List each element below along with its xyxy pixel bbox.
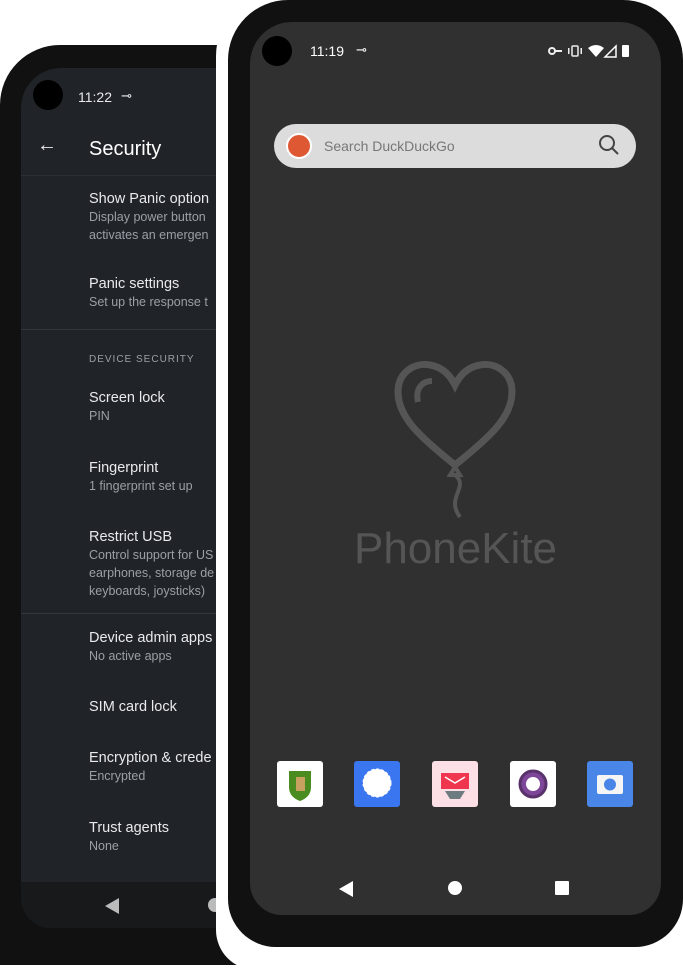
item-title: Device admin apps xyxy=(89,630,213,646)
item-subtitle: Set up the response t xyxy=(89,295,208,309)
home-nav-icon[interactable] xyxy=(447,880,463,896)
settings-item[interactable]: Show Panic option Display power button act… xyxy=(89,191,209,243)
status-time: 11:19 xyxy=(310,43,344,59)
home-screen: 11:19 ⊸ Search DuckDuckGo PhoneKite xyxy=(250,22,661,915)
search-bar[interactable]: Search DuckDuckGo xyxy=(274,124,636,168)
item-title: SIM card lock xyxy=(89,699,177,715)
search-placeholder: Search DuckDuckGo xyxy=(324,138,455,154)
item-subtitle: No active apps xyxy=(89,649,172,663)
item-title: Panic settings xyxy=(89,276,180,292)
wifi-icon xyxy=(588,45,604,57)
home-phone: 11:19 ⊸ Search DuckDuckGo PhoneKite xyxy=(228,0,683,947)
item-subtitle: PIN xyxy=(89,409,110,423)
settings-item[interactable]: Panic settings Set up the response t xyxy=(89,276,208,310)
settings-item[interactable]: Trust agents None xyxy=(89,820,169,854)
balloon-heart-logo-icon xyxy=(394,360,516,519)
status-icons xyxy=(548,44,629,58)
settings-item[interactable]: Restrict USB Control support for US earpho… xyxy=(89,529,214,599)
tor-browser-app-icon[interactable] xyxy=(510,761,556,807)
vibrate-icon xyxy=(568,45,582,57)
item-subtitle: Encrypted xyxy=(89,769,146,783)
item-title: Show Panic option xyxy=(89,191,210,207)
item-subtitle: 1 fingerprint set up xyxy=(89,479,193,493)
item-subtitle: activates an emergen xyxy=(89,228,209,242)
settings-item[interactable]: SIM card lock xyxy=(89,699,177,715)
item-title: Encryption & crede xyxy=(89,750,212,766)
signal-icon xyxy=(603,44,617,58)
item-subtitle: earphones, storage de xyxy=(89,566,215,580)
settings-item[interactable]: Device admin apps No active apps xyxy=(89,630,212,664)
settings-item[interactable]: Fingerprint 1 fingerprint set up xyxy=(89,460,193,494)
back-arrow-icon[interactable]: ← xyxy=(37,134,57,157)
battery-icon xyxy=(622,45,629,57)
camera-app-icon[interactable] xyxy=(587,761,633,807)
item-title: Screen lock xyxy=(89,390,165,406)
item-subtitle: Display power button xyxy=(89,210,206,224)
section-header: DEVICE SECURITY xyxy=(89,354,195,365)
brand-name: PhoneKite xyxy=(353,524,558,573)
item-subtitle: None xyxy=(89,839,119,853)
signal-app-icon[interactable] xyxy=(354,761,400,807)
item-subtitle: Control support for US xyxy=(89,548,214,562)
item-subtitle: keyboards, joysticks) xyxy=(89,584,206,598)
recents-nav-icon[interactable] xyxy=(554,880,570,896)
settings-item[interactable]: Screen lock PIN xyxy=(89,390,165,424)
item-title: Trust agents xyxy=(89,820,170,836)
page-title: Security xyxy=(89,138,162,160)
nav-bar xyxy=(250,865,661,915)
search-icon[interactable] xyxy=(598,134,620,156)
item-title: Fingerprint xyxy=(89,460,159,476)
k9-mail-app-icon[interactable] xyxy=(432,761,478,807)
key-icon: ⊸ xyxy=(356,42,367,57)
duckduckgo-logo-icon xyxy=(286,133,312,159)
back-nav-icon[interactable] xyxy=(105,898,119,914)
vpn-key-icon xyxy=(548,47,562,55)
back-nav-icon[interactable] xyxy=(339,881,353,897)
guardian-app-icon[interactable] xyxy=(277,761,323,807)
camera-cutout xyxy=(262,36,292,66)
item-title: Restrict USB xyxy=(89,529,172,545)
settings-item[interactable]: Encryption & crede Encrypted xyxy=(89,750,212,784)
